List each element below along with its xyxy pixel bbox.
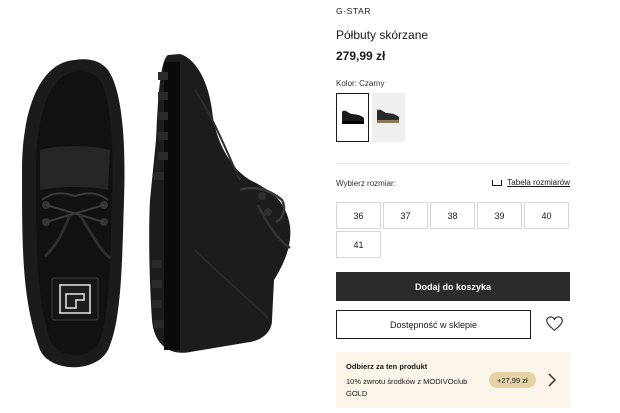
heart-icon[interactable] bbox=[546, 316, 563, 332]
chevron-right-icon[interactable] bbox=[548, 373, 556, 387]
promo-text: 10% zwrotu środków z MODIVOclub GOLD bbox=[346, 377, 468, 398]
shoe-side-view bbox=[149, 54, 291, 353]
size-option-40[interactable]: 40 bbox=[524, 202, 569, 229]
size-table-link[interactable]: Tabela rozmiarów bbox=[492, 178, 570, 187]
shoe-top-view bbox=[22, 59, 125, 368]
color-label: Kolor: Czarny bbox=[336, 79, 385, 88]
size-option-36[interactable]: 36 bbox=[336, 202, 381, 229]
product-details-panel: G-STAR Półbuty skórzane 279,99 zł Kolor:… bbox=[336, 0, 570, 413]
ruler-icon bbox=[492, 179, 503, 186]
product-price: 279,99 zł bbox=[336, 49, 386, 63]
size-table-label: Tabela rozmiarów bbox=[507, 178, 570, 187]
divider bbox=[336, 163, 570, 164]
size-label: Wybierz rozmiar: bbox=[336, 179, 396, 188]
size-option-41[interactable]: 41 bbox=[336, 231, 381, 258]
shoe-thumbnail-icon bbox=[342, 110, 364, 124]
cashback-badge: +27,99 zł bbox=[489, 372, 536, 388]
color-swatch-selected[interactable] bbox=[336, 93, 369, 142]
brand-name[interactable]: G-STAR bbox=[336, 6, 371, 16]
shoe-thumbnail-icon bbox=[377, 109, 399, 123]
add-to-cart-button[interactable]: Dodaj do koszyka bbox=[336, 272, 570, 301]
product-image[interactable] bbox=[0, 0, 316, 413]
size-option-38[interactable]: 38 bbox=[430, 202, 475, 229]
size-option-39[interactable]: 39 bbox=[477, 202, 522, 229]
color-swatch-alt[interactable] bbox=[372, 93, 405, 142]
product-title: Półbuty skórzane bbox=[336, 28, 429, 42]
club-promo-banner[interactable]: Odbierz za ten produkt 10% zwrotu środkó… bbox=[336, 352, 570, 408]
size-option-37[interactable]: 37 bbox=[383, 202, 428, 229]
shoe-pair-image bbox=[22, 54, 291, 368]
store-availability-button[interactable]: Dostępność w sklepie bbox=[336, 310, 531, 339]
promo-title: Odbierz za ten produkt bbox=[346, 362, 428, 371]
